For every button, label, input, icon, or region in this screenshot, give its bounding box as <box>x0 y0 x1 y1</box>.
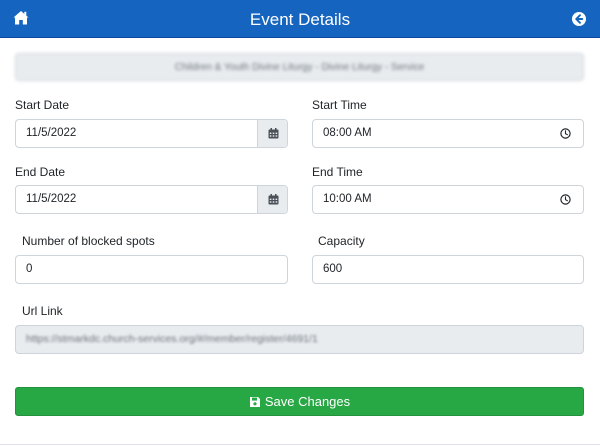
url-link-value: https://stmarkdc.church-services.org/#/m… <box>26 333 318 345</box>
capacity-value: 600 <box>323 263 343 275</box>
back-button[interactable] <box>571 11 587 27</box>
end-time-value: 10:00 AM <box>323 193 372 205</box>
end-date-input[interactable]: 11/5/2022 <box>15 185 288 214</box>
end-time-input[interactable]: 10:00 AM <box>312 185 584 214</box>
end-time-label: End Time <box>312 165 363 179</box>
blocked-spots-label: Number of blocked spots <box>22 234 155 248</box>
url-link-field: https://stmarkdc.church-services.org/#/m… <box>15 325 584 354</box>
blocked-spots-input[interactable]: 0 <box>15 255 288 284</box>
header-bar: Event Details <box>0 0 600 38</box>
capacity-input[interactable]: 600 <box>312 255 584 284</box>
save-changes-button[interactable]: Save Changes <box>15 387 584 416</box>
end-date-picker-button[interactable] <box>257 186 287 213</box>
end-date-label: End Date <box>15 165 66 179</box>
calendar-icon <box>268 128 279 139</box>
start-time-value: 08:00 AM <box>323 127 372 139</box>
circle-arrow-left-icon <box>572 12 586 26</box>
calendar-icon <box>268 194 279 205</box>
event-name-field: Children & Youth Divine Liturgy - Divine… <box>15 53 584 81</box>
clock-icon <box>560 194 571 205</box>
start-time-input[interactable]: 08:00 AM <box>312 119 584 148</box>
floppy-disk-icon <box>249 397 260 407</box>
bottom-divider <box>0 444 600 445</box>
clock-icon <box>560 128 571 139</box>
url-link-label: Url Link <box>22 304 63 318</box>
blocked-spots-value: 0 <box>26 263 33 275</box>
capacity-label: Capacity <box>318 234 365 248</box>
end-date-value: 11/5/2022 <box>26 193 77 205</box>
home-icon <box>13 11 29 25</box>
start-date-input[interactable]: 11/5/2022 <box>15 119 288 148</box>
start-time-label: Start Time <box>312 98 367 112</box>
home-button[interactable] <box>12 9 30 27</box>
start-date-label: Start Date <box>15 98 70 112</box>
start-date-picker-button[interactable] <box>257 120 287 147</box>
page-title: Event Details <box>249 10 351 29</box>
save-changes-label: Save Changes <box>264 394 351 409</box>
start-date-value: 11/5/2022 <box>26 127 77 139</box>
